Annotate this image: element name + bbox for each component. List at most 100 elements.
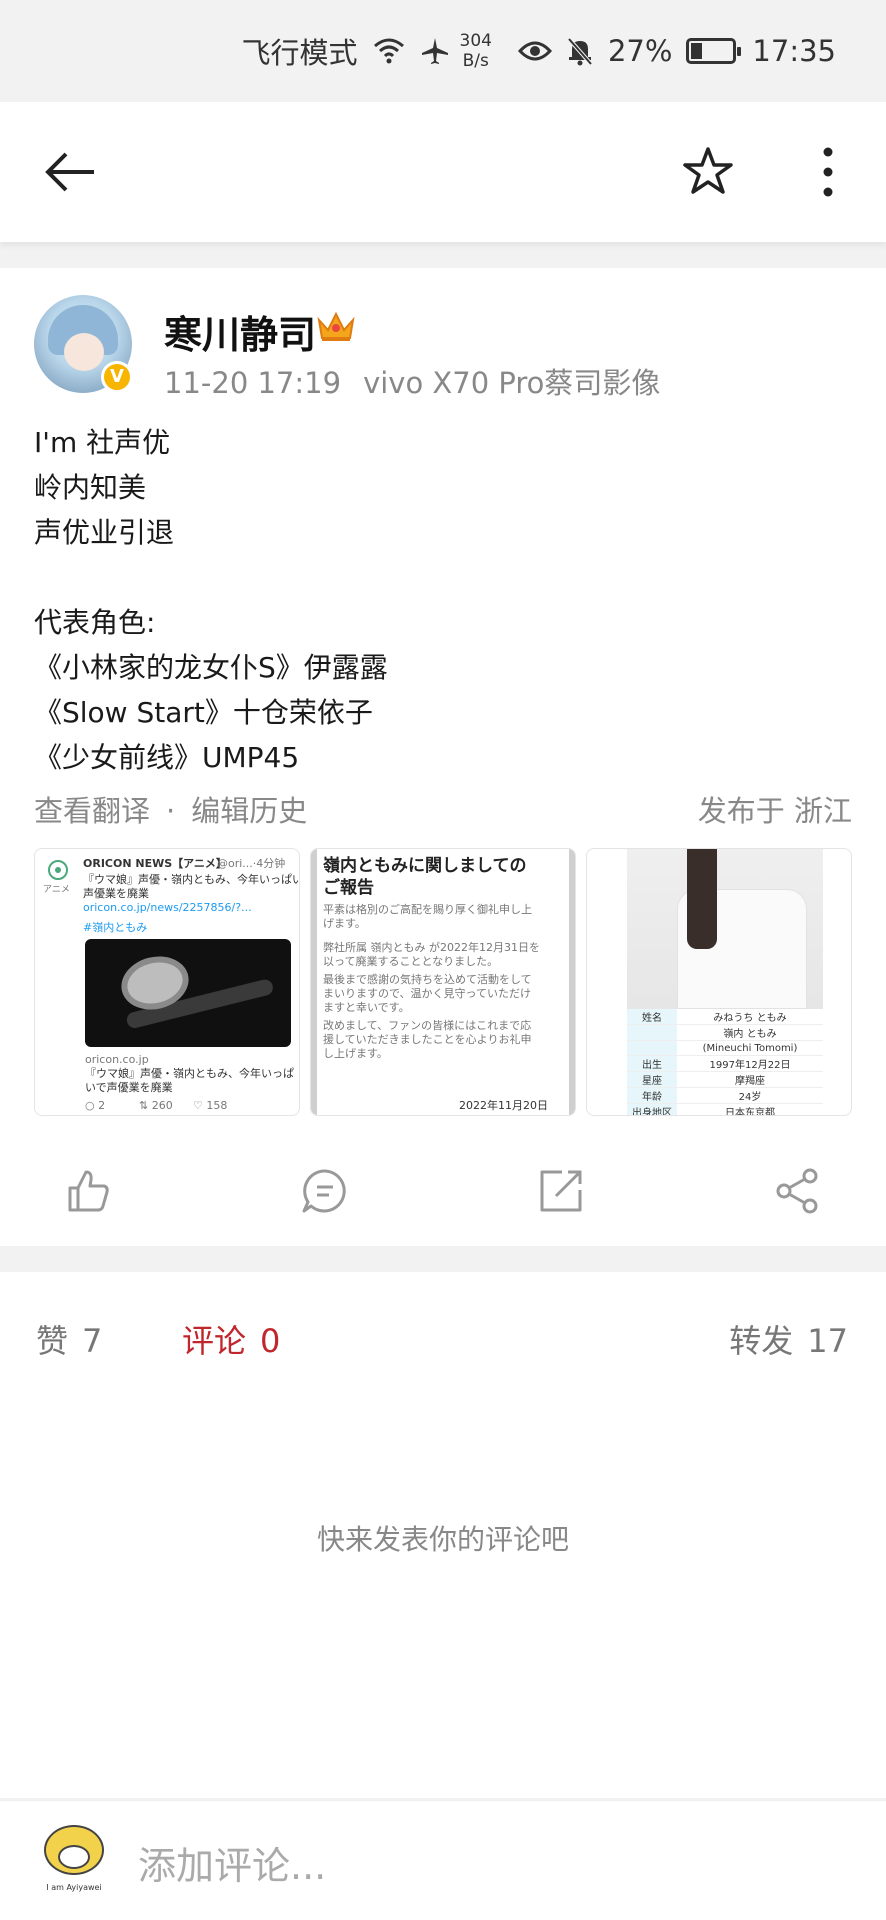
reposts-tab[interactable]: 转发 17 — [729, 1316, 848, 1362]
post-text-line — [34, 555, 388, 600]
profile-value: 摩羯座 — [677, 1071, 823, 1088]
comments-count: 0 — [260, 1322, 281, 1360]
reposts-label: 转发 — [729, 1322, 794, 1360]
comment-bar: I am Ayiyawei 添加评论... — [0, 1800, 886, 1920]
post-device: vivo X70 Pro蔡司影像 — [363, 366, 661, 400]
tweet-domain: oricon.co.jp — [85, 1053, 149, 1066]
tweet-source: ORICON NEWS【アニメ】 — [83, 857, 227, 870]
image-grid: アニメ ORICON NEWS【アニメ】 @ori...·4分钟 『ウマ娘』声優… — [34, 848, 852, 1116]
reposts-count: 17 — [807, 1322, 848, 1360]
announcement-date: 2022年11月20日 — [459, 1099, 548, 1112]
announcement-title-line-2: ご報告 — [323, 878, 374, 898]
profile-info-table: 姓名 みねうち ともみ 嶺内 ともみ (Mineuchi Tomomi) 出生 19… — [627, 1009, 823, 1115]
announcement-line: し上げます。 — [323, 1047, 388, 1060]
share-out-icon[interactable] — [536, 1166, 586, 1216]
comments-tab[interactable]: 评论 0 — [182, 1316, 280, 1362]
airplane-mode-label: 飞行模式 — [241, 36, 358, 70]
profile-key: 出身地区 — [627, 1103, 677, 1115]
comment-icon[interactable] — [300, 1166, 350, 1216]
post-location: 发布于 浙江 — [697, 794, 852, 828]
profile-key: 年龄 — [627, 1087, 677, 1104]
battery-fill — [691, 43, 703, 59]
avatar-face — [58, 1845, 90, 1869]
image-thumb-2[interactable]: 嶺内ともみに関しましての ご報告 平素は格別のご高配を賜り厚く御礼申し上 げます… — [310, 848, 576, 1116]
network-speed-unit: B/s — [462, 51, 489, 71]
announcement-line: 改めまして、ファンの皆様にはこれまで応 — [323, 1019, 532, 1032]
post-text-line: 《Slow Start》十仓荣依子 — [34, 696, 373, 729]
clock: 17:35 — [752, 34, 836, 68]
profile-value: 24岁 — [677, 1087, 823, 1104]
view-translation-link[interactable]: 查看翻译 — [34, 794, 150, 828]
post-text-line: 声优业引退 — [34, 516, 175, 549]
post-meta: 11-20 17:19 vivo X70 Pro蔡司影像 — [164, 360, 660, 402]
post-text: I'm 社声优 岭内知美 声优业引退 代表角色: 《小林家的龙女仆S》伊露露 《… — [34, 420, 388, 780]
edit-history-link[interactable]: 编辑历史 — [191, 794, 307, 828]
doc-left-border — [311, 849, 317, 1115]
status-bar: 飞行模式 304 B/s 27% 17:35 — [0, 0, 886, 102]
back-arrow-icon[interactable] — [40, 142, 100, 202]
network-speed-value: 304 — [459, 31, 492, 51]
eye-icon — [517, 39, 552, 63]
tweet-card-line-2: いで声優業を廃業 — [85, 1081, 173, 1094]
microphone-image — [85, 939, 291, 1047]
post-text-line: 《小林家的龙女仆S》伊露露 — [34, 651, 388, 684]
post-links-row: 查看翻译 · 编辑历史 发布于 浙江 — [34, 788, 852, 830]
profile-key: 星座 — [627, 1071, 677, 1088]
post-card: V 寒川静司 11-20 17:19 vivo X70 Pro蔡司影像 I'm 社… — [0, 268, 886, 1246]
announcement-line: 弊社所属 嶺内ともみ が2022年12月31日を — [323, 941, 540, 954]
profile-key — [627, 1040, 677, 1056]
tweet-line-1: 『ウマ娘』声優・嶺内ともみ、今年いっぱいで — [83, 873, 300, 886]
mute-bell-icon — [566, 36, 594, 66]
tweet-replies: ○ 2 — [85, 1099, 106, 1112]
doc-right-border — [569, 849, 575, 1115]
post-text-line: 岭内知美 — [34, 471, 147, 504]
tweet-retweets-count: 260 — [151, 1099, 173, 1112]
tweet-line-2: 声優業を廃業 — [83, 887, 149, 900]
profile-value: (Mineuchi Tomomi) — [677, 1040, 823, 1056]
image-thumb-3[interactable]: 姓名 みねうち ともみ 嶺内 ともみ (Mineuchi Tomomi) 出生 19… — [586, 848, 852, 1116]
post-text-line: I'm 社声优 — [34, 426, 171, 459]
profile-key: 姓名 — [627, 1009, 677, 1025]
share-icon[interactable] — [772, 1166, 822, 1216]
announcement-line: ますと幸いです。 — [323, 1001, 410, 1014]
tweet-link: oricon.co.jp/news/2257856/?... — [83, 901, 252, 914]
image-thumb-1[interactable]: アニメ ORICON NEWS【アニメ】 @ori...·4分钟 『ウマ娘』声優… — [34, 848, 300, 1116]
network-speed: 304 B/s — [460, 31, 492, 71]
verified-badge: V — [101, 361, 133, 393]
top-bar — [0, 102, 886, 242]
empty-comments-hint: 快来发表你的评论吧 — [316, 1523, 569, 1556]
more-vertical-icon[interactable] — [800, 142, 856, 202]
comments-label: 评论 — [182, 1322, 247, 1360]
likes-tab[interactable]: 赞7 — [36, 1316, 102, 1362]
author-name[interactable]: 寒川静司 — [164, 304, 316, 359]
battery-percent: 27% — [607, 34, 673, 68]
battery-icon — [686, 38, 742, 64]
profile-value: 1997年12月22日 — [677, 1055, 823, 1072]
user-avatar[interactable]: I am Ayiyawei — [30, 1817, 118, 1905]
tweet-retweets: ⇅ 260 — [139, 1099, 173, 1112]
tweet-replies-count: 2 — [98, 1099, 106, 1112]
avatar-caption: I am Ayiyawei — [46, 1883, 102, 1892]
announcement-line: げます。 — [323, 917, 366, 930]
tweet-hashtag: #嶺内ともみ — [83, 921, 148, 934]
profile-value: みねうち ともみ — [677, 1009, 823, 1025]
likes-label: 赞 — [36, 1322, 69, 1360]
tweet-side-label: アニメ — [43, 885, 70, 895]
oricon-logo-icon — [48, 860, 68, 880]
profile-key — [627, 1024, 677, 1041]
post-text-line: 代表角色: — [34, 606, 156, 639]
like-icon[interactable] — [62, 1166, 112, 1216]
announcement-line: 援していただきましたことを心よりお礼申 — [323, 1033, 532, 1046]
announcement-line: 平素は格別のご高配を賜り厚く御礼申し上 — [323, 903, 532, 916]
post-text-line: 《少女前线》UMP45 — [34, 741, 300, 774]
tweet-likes-count: 158 — [206, 1099, 228, 1112]
airplane-icon — [420, 36, 450, 66]
portrait-hair — [687, 849, 717, 949]
star-icon[interactable] — [680, 144, 736, 200]
announcement-title: 嶺内ともみに関しましての ご報告 — [323, 855, 527, 899]
tweet-card-line-1: 『ウマ娘』声優・嶺内ともみ、今年いっぱ — [85, 1067, 294, 1080]
post-date: 11-20 17:19 — [164, 366, 342, 400]
comment-input[interactable]: 添加评论... — [138, 1835, 326, 1890]
announcement-title-line-1: 嶺内ともみに関しましての — [323, 856, 527, 876]
portrait-photo — [627, 849, 823, 1009]
